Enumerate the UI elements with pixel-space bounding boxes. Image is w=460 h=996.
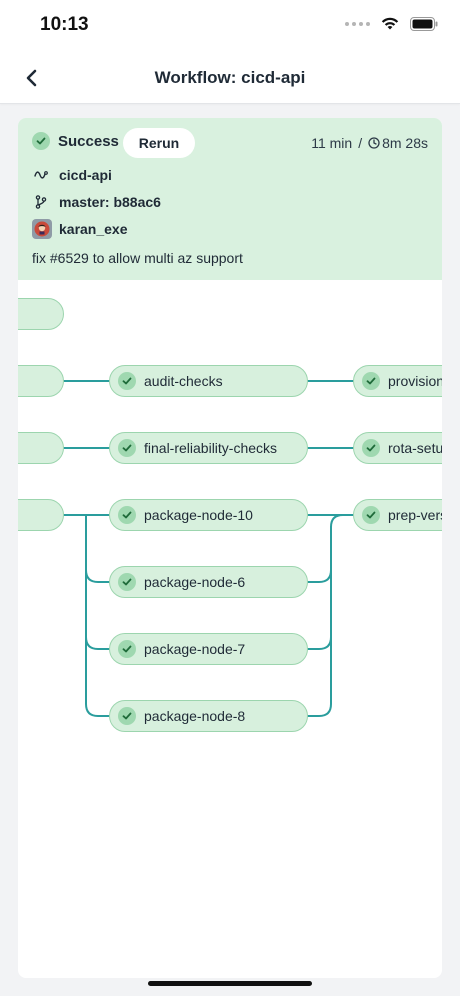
page-title: Workflow: cicd-api <box>154 68 306 87</box>
success-check-icon <box>362 506 380 524</box>
workflow-node-partial[interactable] <box>18 365 64 397</box>
wifi-icon <box>381 17 399 30</box>
branch-row: master: b88ac6 <box>32 193 161 211</box>
nav-bar: Workflow: cicd-api <box>0 52 460 104</box>
workflow-graph[interactable]: audit-checks final-reliability-checks pa… <box>18 280 442 978</box>
workflow-node-final-reliability-checks[interactable]: final-reliability-checks <box>109 432 308 464</box>
workflow-summary: Success Rerun 11 min / 8m 28s cicd-api m… <box>18 118 442 280</box>
node-label: prep-version <box>388 507 442 523</box>
workflow-node-partial[interactable] <box>18 499 64 531</box>
status-label: Success <box>58 132 119 150</box>
status-row: Success <box>32 132 119 150</box>
clock-icon <box>368 137 380 149</box>
status-bar: 10:13 <box>0 0 460 52</box>
user-row: karan_exe <box>32 219 128 239</box>
connector-line <box>307 514 344 583</box>
duration: 8m 28s <box>382 135 428 151</box>
success-check-icon <box>118 439 136 457</box>
elapsed-time: 11 min <box>311 135 353 151</box>
workflow-node-prep-version[interactable]: prep-version <box>353 499 442 531</box>
cellular-signal-icon <box>345 21 370 26</box>
status-icons <box>345 16 438 31</box>
workflow-node-partial[interactable] <box>18 298 64 330</box>
project-name[interactable]: cicd-api <box>59 167 112 183</box>
battery-icon <box>410 16 438 31</box>
workflow-node-partial[interactable] <box>18 432 64 464</box>
node-label: package-node-6 <box>144 574 246 590</box>
status-time: 10:13 <box>40 14 89 35</box>
workflow-node-rota-setup[interactable]: rota-setup <box>353 432 442 464</box>
node-label: package-node-8 <box>144 708 246 724</box>
success-check-icon <box>362 439 380 457</box>
git-branch-icon <box>32 193 50 211</box>
workflow-node-package-node-7[interactable]: package-node-7 <box>109 633 308 665</box>
success-check-icon <box>118 707 136 725</box>
timing: 11 min / 8m 28s <box>311 135 428 151</box>
success-check-icon <box>118 372 136 390</box>
node-label: package-node-7 <box>144 641 246 657</box>
workflow-card: Success Rerun 11 min / 8m 28s cicd-api m… <box>18 118 442 978</box>
commit-message: fix #6529 to allow multi az support <box>32 250 243 266</box>
node-label: provision <box>388 373 442 389</box>
success-check-icon <box>118 573 136 591</box>
workflow-node-provision[interactable]: provision <box>353 365 442 397</box>
node-label: package-node-10 <box>144 507 253 523</box>
branch-commit[interactable]: master: b88ac6 <box>59 194 161 210</box>
connector-line <box>85 514 111 717</box>
user-avatar <box>32 219 52 239</box>
node-label: rota-setup <box>388 440 442 456</box>
success-check-icon <box>32 132 50 150</box>
workflow-node-package-node-10[interactable]: package-node-10 <box>109 499 308 531</box>
project-row: cicd-api <box>32 166 112 184</box>
node-label: audit-checks <box>144 373 223 389</box>
success-check-icon <box>362 372 380 390</box>
success-check-icon <box>118 506 136 524</box>
success-check-icon <box>118 640 136 658</box>
connector-line <box>307 526 332 717</box>
node-label: final-reliability-checks <box>144 440 278 456</box>
connector-line <box>307 526 332 650</box>
user-name[interactable]: karan_exe <box>59 221 128 237</box>
home-indicator[interactable] <box>148 981 312 986</box>
workflow-node-audit-checks[interactable]: audit-checks <box>109 365 308 397</box>
timing-separator: / <box>358 135 363 151</box>
workflow-node-package-node-8[interactable]: package-node-8 <box>109 700 308 732</box>
rerun-button[interactable]: Rerun <box>123 128 195 158</box>
workflow-node-package-node-6[interactable]: package-node-6 <box>109 566 308 598</box>
project-icon <box>32 166 50 184</box>
connector-line <box>85 514 111 583</box>
